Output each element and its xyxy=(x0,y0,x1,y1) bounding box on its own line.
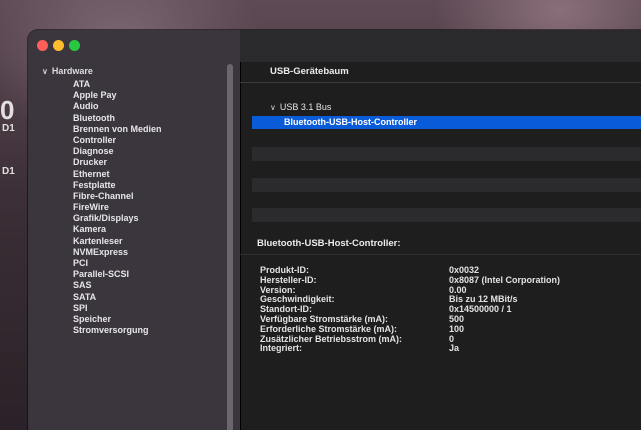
sidebar-item[interactable]: Diagnose xyxy=(73,146,162,157)
close-button[interactable] xyxy=(37,40,48,51)
toolbar xyxy=(240,30,641,62)
detail-title: Bluetooth-USB-Host-Controller: xyxy=(257,238,401,249)
sidebar-item[interactable]: Apple Pay xyxy=(73,90,162,101)
background-text-fragment: 0 xyxy=(0,95,15,125)
zoom-button[interactable] xyxy=(69,40,80,51)
property-value: Ja xyxy=(449,343,460,354)
sidebar-item[interactable]: ATA xyxy=(73,79,162,90)
sidebar-item[interactable]: Grafik/Displays xyxy=(73,213,162,224)
sidebar: ∨ Hardware ATA Apple Pay Audio Bluetooth … xyxy=(28,30,240,430)
tree-empty-row xyxy=(252,208,641,222)
sidebar-item[interactable]: Fibre-Channel xyxy=(73,191,162,202)
section-title: USB-Gerätebaum xyxy=(270,66,349,77)
background-text-fragment: D1 xyxy=(2,166,15,177)
tree-item-selected-device[interactable]: Bluetooth-USB-Host-Controller xyxy=(252,116,641,129)
sidebar-item[interactable]: Speicher xyxy=(73,314,162,325)
tree-empty-row xyxy=(252,178,641,192)
sidebar-item[interactable]: SAS xyxy=(73,280,162,291)
sidebar-item[interactable]: Controller xyxy=(73,135,162,146)
sidebar-item[interactable]: Stromversorgung xyxy=(73,325,162,336)
main-panel: USB-Gerätebaum ∨ USB 3.1 Bus Bluetooth-US… xyxy=(240,30,641,430)
split-view-divider[interactable] xyxy=(240,30,241,430)
background-text-fragment: D1 xyxy=(2,123,15,134)
tree-empty-row xyxy=(252,147,641,161)
tree-item-label: USB 3.1 Bus xyxy=(279,102,332,112)
sidebar-item[interactable]: Audio xyxy=(73,101,162,112)
content-header: USB-Gerätebaum xyxy=(240,62,641,83)
sidebar-item[interactable]: SPI xyxy=(73,303,162,314)
sidebar-item[interactable]: NVMExpress xyxy=(73,247,162,258)
sidebar-item[interactable]: PCI xyxy=(73,258,162,269)
sidebar-item[interactable]: SATA xyxy=(73,292,162,303)
sidebar-item[interactable]: Kamera xyxy=(73,224,162,235)
sidebar-item[interactable]: Bluetooth xyxy=(73,113,162,124)
tree-item-usb-bus[interactable]: ∨ USB 3.1 Bus xyxy=(270,102,331,112)
sidebar-item[interactable]: Parallel-SCSI xyxy=(73,269,162,280)
sidebar-section-label: Hardware xyxy=(51,66,93,76)
sidebar-item[interactable]: Ethernet xyxy=(73,169,162,180)
chevron-down-icon[interactable]: ∨ xyxy=(42,67,48,76)
chevron-down-icon[interactable]: ∨ xyxy=(270,103,276,112)
pane-separator[interactable] xyxy=(240,254,641,255)
property-label: Integriert: xyxy=(260,343,303,354)
sidebar-item[interactable]: Kartenleser xyxy=(73,236,162,247)
sidebar-section-hardware[interactable]: ∨ Hardware xyxy=(42,66,93,76)
system-information-window: ∨ Hardware ATA Apple Pay Audio Bluetooth … xyxy=(28,30,641,430)
sidebar-item[interactable]: Drucker xyxy=(73,157,162,168)
minimize-button[interactable] xyxy=(53,40,64,51)
tree-item-label: Bluetooth-USB-Host-Controller xyxy=(284,117,417,127)
sidebar-item[interactable]: FireWire xyxy=(73,202,162,213)
sidebar-item[interactable]: Festplatte xyxy=(73,180,162,191)
sidebar-item[interactable]: Brennen von Medien xyxy=(73,124,162,135)
sidebar-list: ATA Apple Pay Audio Bluetooth Brennen vo… xyxy=(73,79,162,336)
sidebar-scrollbar[interactable] xyxy=(227,64,233,430)
